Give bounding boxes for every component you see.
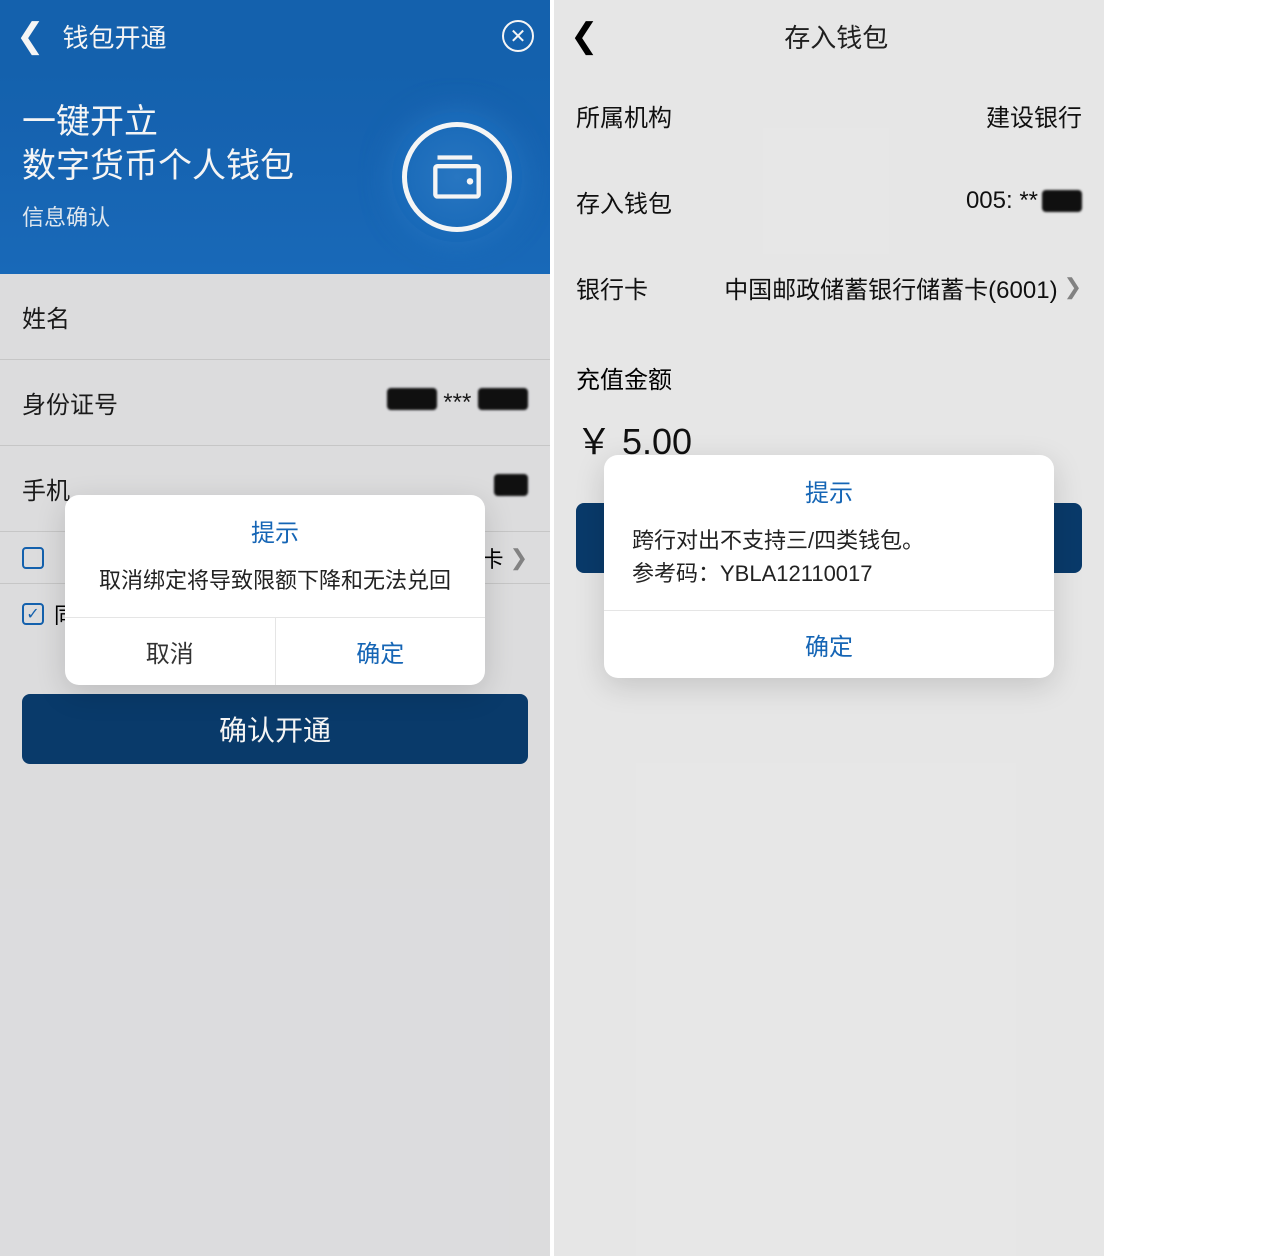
close-icon[interactable]: ✕ — [502, 20, 534, 52]
dialog-title: 提示 — [604, 455, 1054, 518]
value-id: *** — [387, 388, 528, 417]
wallet-hero-icon — [392, 112, 522, 242]
header-bar: ❮ 存入钱包 — [554, 0, 1104, 72]
row-org: 所属机构 建设银行 — [554, 72, 1104, 158]
row-bank-card[interactable]: 银行卡 中国邮政储蓄银行储蓄卡(6001) ❯ — [554, 244, 1104, 330]
row-wallet[interactable]: 存入钱包 005: ** — [554, 158, 1104, 244]
value-org: 建设银行 — [986, 98, 1082, 133]
label-id: 身份证号 — [22, 385, 387, 420]
label-wallet: 存入钱包 — [576, 184, 966, 219]
hero-banner: 一键开立 数字货币个人钱包 信息确认 — [0, 72, 550, 274]
back-icon[interactable]: ❮ — [16, 16, 45, 56]
header-bar: ❮ 钱包开通 ✕ — [0, 0, 550, 72]
page-title: 存入钱包 — [617, 18, 1057, 55]
alert-dialog: 提示 取消绑定将导致限额下降和无法兑回 取消 确定 — [65, 495, 485, 685]
field-name[interactable]: 姓名 — [0, 274, 550, 360]
chevron-right-icon[interactable]: ❯ — [1064, 274, 1082, 300]
dialog-ok-button[interactable]: 确定 — [604, 610, 1054, 678]
value-phone — [494, 474, 528, 503]
label-bank: 银行卡 — [576, 270, 724, 305]
dialog-msg-line2: 参考码：YBLA12110017 — [632, 557, 1026, 590]
label-org: 所属机构 — [576, 98, 986, 133]
dialog-message: 取消绑定将导致限额下降和无法兑回 — [65, 558, 485, 617]
checkbox-icon[interactable] — [22, 547, 44, 569]
value-wallet: 005: ** — [966, 187, 1082, 215]
label-name: 姓名 — [22, 299, 528, 334]
value-bank: 中国邮政储蓄银行储蓄卡(6001) ❯ — [724, 270, 1082, 305]
alert-dialog: 提示 跨行对出不支持三/四类钱包。 参考码：YBLA12110017 确定 — [604, 455, 1054, 678]
chevron-right-icon: ❯ — [510, 545, 528, 571]
dialog-message: 跨行对出不支持三/四类钱包。 参考码：YBLA12110017 — [604, 518, 1054, 610]
dialog-buttons: 取消 确定 — [65, 617, 485, 685]
back-icon[interactable]: ❮ — [570, 16, 599, 56]
screen-wallet-open: ❮ 钱包开通 ✕ 一键开立 数字货币个人钱包 信息确认 姓名 身份证号 *** — [0, 0, 550, 1256]
page-title: 钱包开通 — [63, 18, 503, 55]
dialog-msg-line1: 跨行对出不支持三/四类钱包。 — [632, 524, 1026, 557]
screen-deposit: ❮ 存入钱包 所属机构 建设银行 存入钱包 005: ** 银行卡 中国邮政储蓄… — [554, 0, 1104, 1256]
agree-checkbox-icon[interactable]: ✓ — [22, 603, 44, 625]
dialog-title: 提示 — [65, 495, 485, 558]
field-id[interactable]: 身份证号 *** — [0, 360, 550, 446]
confirm-open-button[interactable]: 确认开通 — [22, 694, 528, 764]
wallet-icon — [431, 154, 483, 200]
amount-label: 充值金额 — [554, 330, 1104, 405]
dialog-ok-button[interactable]: 确定 — [276, 618, 486, 685]
dialog-cancel-button[interactable]: 取消 — [65, 618, 276, 685]
